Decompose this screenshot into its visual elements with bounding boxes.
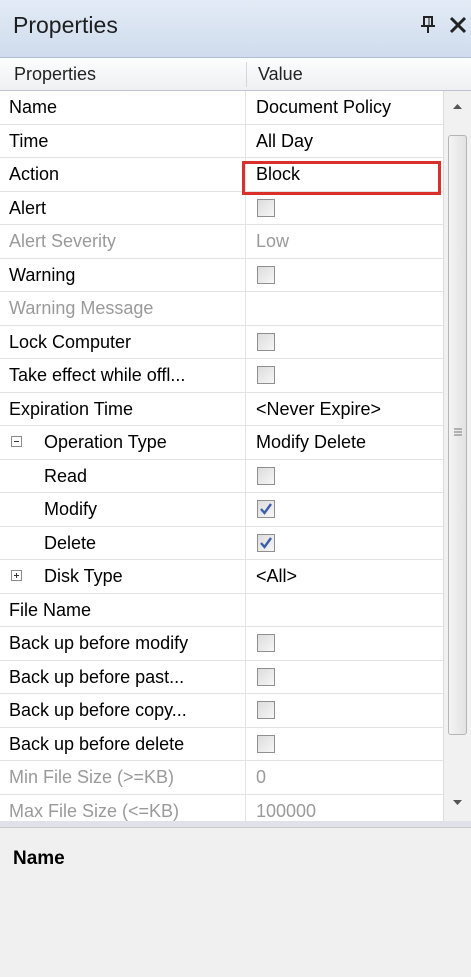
property-value[interactable]: 100000 bbox=[247, 795, 443, 822]
property-value-checkbox-cell[interactable] bbox=[247, 460, 443, 493]
pin-icon[interactable] bbox=[420, 13, 440, 37]
property-row[interactable]: Expiration Time <Never Expire> bbox=[0, 392, 443, 426]
property-name[interactable]: File Name bbox=[0, 593, 246, 626]
property-value[interactable]: Low bbox=[247, 225, 443, 258]
column-divider[interactable] bbox=[246, 62, 247, 87]
unchecked-checkbox[interactable] bbox=[257, 734, 275, 753]
scrollbar-thumb[interactable] bbox=[448, 135, 467, 735]
property-value[interactable]: Modify Delete bbox=[247, 426, 443, 459]
property-value[interactable]: Block bbox=[247, 158, 443, 191]
unchecked-checkbox[interactable] bbox=[257, 332, 275, 351]
property-row[interactable]: Alert Severity Low bbox=[0, 225, 443, 259]
close-icon[interactable] bbox=[448, 15, 468, 35]
property-row[interactable]: Lock Computer bbox=[0, 325, 443, 359]
property-row[interactable]: Modify bbox=[0, 493, 443, 527]
property-name[interactable]: Read bbox=[0, 459, 246, 492]
scroll-down-arrow-icon[interactable] bbox=[444, 785, 471, 819]
property-row[interactable]: Back up before modify bbox=[0, 627, 443, 661]
checked-checkbox[interactable] bbox=[257, 533, 275, 552]
property-grid: Properties Value Name Document Policy Time… bbox=[0, 58, 471, 821]
property-row[interactable]: Warning bbox=[0, 258, 443, 292]
property-name[interactable]: Disk Type bbox=[0, 560, 246, 593]
properties-panel: Properties Properties Value Name Document… bbox=[0, 0, 471, 977]
property-value-checkbox-cell[interactable] bbox=[247, 661, 443, 694]
property-row[interactable]: Name Document Policy bbox=[0, 91, 443, 125]
property-row[interactable]: Back up before past... bbox=[0, 660, 443, 694]
property-name[interactable]: Warning Message bbox=[0, 292, 246, 325]
property-value-checkbox-cell[interactable] bbox=[247, 627, 443, 660]
property-name[interactable]: Expiration Time bbox=[0, 392, 246, 425]
property-name[interactable]: Warning bbox=[0, 258, 246, 291]
checked-checkbox[interactable] bbox=[257, 500, 275, 518]
property-name[interactable]: Back up before copy... bbox=[0, 694, 246, 727]
description-title: Name bbox=[13, 848, 65, 869]
property-name[interactable]: Back up before delete bbox=[0, 727, 246, 760]
checkmark-icon bbox=[260, 503, 272, 515]
property-name[interactable]: Min File Size (>=KB) bbox=[0, 761, 246, 794]
property-name[interactable]: Alert Severity bbox=[0, 225, 246, 258]
property-value[interactable]: <Never Expire> bbox=[247, 393, 443, 426]
property-name[interactable]: Time bbox=[0, 124, 246, 157]
property-row[interactable]: Max File Size (<=KB) 100000 bbox=[0, 794, 443, 822]
unchecked-checkbox[interactable] bbox=[257, 701, 275, 719]
property-name[interactable]: Action bbox=[0, 158, 246, 191]
property-row[interactable]: Min File Size (>=KB) 0 bbox=[0, 761, 443, 795]
property-name[interactable]: Max File Size (<=KB) bbox=[0, 794, 246, 821]
property-value[interactable]: <All> bbox=[247, 560, 443, 593]
property-value[interactable] bbox=[247, 594, 443, 627]
properties-column-header[interactable]: Properties bbox=[14, 58, 96, 91]
description-pane: Name bbox=[0, 827, 471, 977]
grid-header: Properties Value bbox=[0, 58, 471, 91]
property-name[interactable]: Back up before modify bbox=[0, 627, 246, 660]
property-row[interactable]: Time All Day bbox=[0, 124, 443, 158]
property-row[interactable]: Alert bbox=[0, 191, 443, 225]
property-name[interactable]: Take effect while offl... bbox=[0, 359, 246, 392]
property-value[interactable]: 0 bbox=[247, 761, 443, 794]
property-name[interactable]: Modify bbox=[0, 493, 246, 526]
panel-title: Properties bbox=[13, 12, 118, 38]
property-value[interactable] bbox=[247, 292, 443, 325]
checkmark-icon bbox=[260, 536, 272, 549]
unchecked-checkbox[interactable] bbox=[257, 634, 275, 652]
property-row[interactable]: Back up before delete bbox=[0, 727, 443, 761]
unchecked-checkbox[interactable] bbox=[257, 198, 275, 217]
property-value-checkbox-cell[interactable] bbox=[247, 259, 443, 292]
property-row[interactable]: Warning Message bbox=[0, 292, 443, 326]
property-value-checkbox-cell[interactable] bbox=[247, 493, 443, 526]
property-value[interactable]: Document Policy bbox=[247, 91, 443, 124]
property-value-checkbox-cell[interactable] bbox=[247, 192, 443, 225]
vertical-scrollbar[interactable] bbox=[443, 91, 471, 821]
property-name[interactable]: Name bbox=[0, 91, 246, 124]
property-value-checkbox-cell[interactable] bbox=[247, 326, 443, 359]
unchecked-checkbox[interactable] bbox=[257, 265, 275, 284]
property-row[interactable]: Back up before copy... bbox=[0, 694, 443, 728]
property-value-checkbox-cell[interactable] bbox=[247, 527, 443, 560]
unchecked-checkbox[interactable] bbox=[257, 667, 275, 686]
property-name[interactable]: Alert bbox=[0, 191, 246, 224]
scroll-grip-icon bbox=[454, 428, 462, 436]
property-value-checkbox-cell[interactable] bbox=[247, 728, 443, 761]
property-row[interactable]: Action Block bbox=[0, 158, 443, 192]
property-row[interactable]: Disk Type <All> bbox=[0, 560, 443, 594]
property-name[interactable]: Operation Type bbox=[0, 426, 246, 459]
unchecked-checkbox[interactable] bbox=[257, 366, 275, 384]
property-value-checkbox-cell[interactable] bbox=[247, 694, 443, 727]
scroll-up-arrow-icon[interactable] bbox=[444, 91, 471, 125]
value-column-header[interactable]: Value bbox=[258, 58, 303, 91]
property-value-checkbox-cell[interactable] bbox=[247, 359, 443, 392]
property-name[interactable]: Lock Computer bbox=[0, 325, 246, 358]
property-row[interactable]: Operation Type Modify Delete bbox=[0, 426, 443, 460]
property-value[interactable]: All Day bbox=[247, 125, 443, 158]
property-name[interactable]: Delete bbox=[0, 526, 246, 559]
unchecked-checkbox[interactable] bbox=[257, 466, 275, 485]
property-row[interactable]: Take effect while offl... bbox=[0, 359, 443, 393]
property-name[interactable]: Back up before past... bbox=[0, 660, 246, 693]
property-row[interactable]: Read bbox=[0, 459, 443, 493]
property-row[interactable]: Delete bbox=[0, 526, 443, 560]
title-bar: Properties bbox=[0, 0, 471, 58]
property-row[interactable]: File Name bbox=[0, 593, 443, 627]
